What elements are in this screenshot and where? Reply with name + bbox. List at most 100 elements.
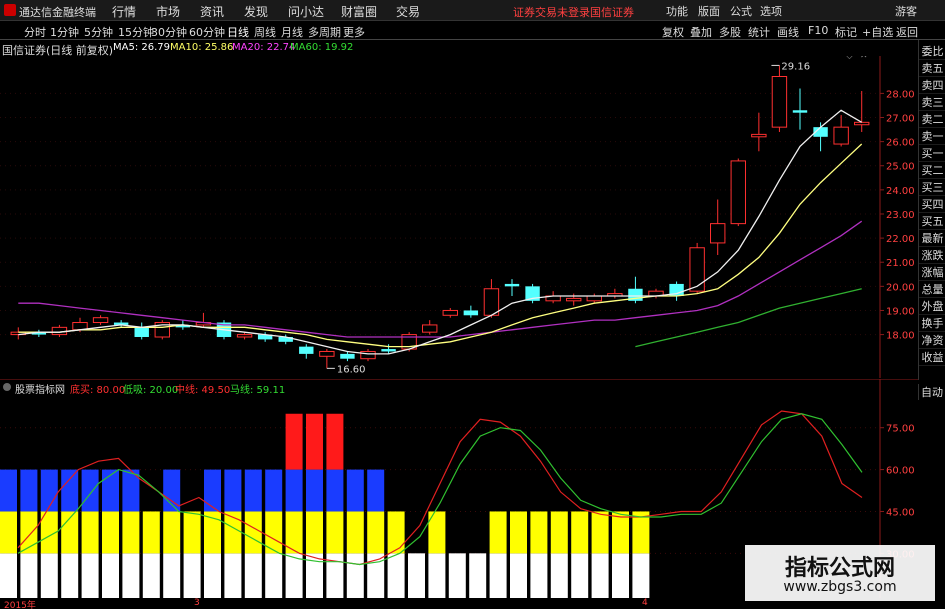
indicator-bar-white (81, 553, 99, 598)
side-item[interactable]: 总量 (919, 282, 945, 298)
menu-discover[interactable]: 发现 (244, 3, 268, 20)
tool-draw[interactable]: 画线 (777, 24, 799, 40)
trade-login-link[interactable]: 证券交易未登录 (513, 4, 590, 20)
side-item[interactable]: 收益 (919, 350, 945, 366)
indicator-bar-white (448, 553, 466, 598)
indicator-bar-blue (102, 469, 119, 512)
period-multi[interactable]: 多周期 (308, 24, 341, 40)
period-60min[interactable]: 60分钟 (189, 24, 225, 40)
candle-body (586, 295, 602, 302)
side-item[interactable]: 最新 (919, 231, 945, 247)
side-item[interactable]: 买四 (919, 197, 945, 213)
ma5-label: MA5: 26.79 (113, 42, 171, 53)
indicator-bar-blue (306, 469, 323, 512)
side-item[interactable]: 涨跌 (919, 248, 945, 264)
side-item[interactable]: 卖二 (919, 112, 945, 128)
tool-add-watch[interactable]: +自选 (862, 24, 893, 40)
tool-mark[interactable]: 标记 (835, 24, 857, 40)
menu-functions[interactable]: 功能 (666, 3, 688, 19)
price-tick-label: 18.00 (886, 331, 915, 342)
indicator-bar-white (346, 553, 364, 598)
candle-body (483, 288, 500, 316)
period-1min[interactable]: 1分钟 (50, 24, 79, 40)
side-item[interactable]: 净资 (919, 333, 945, 349)
tool-multistock[interactable]: 多股 (719, 24, 741, 40)
indicator-bar-blue (20, 469, 38, 512)
side-item[interactable]: 买五 (919, 214, 945, 230)
indicator-bar-white (428, 553, 446, 598)
menu-news[interactable]: 资讯 (200, 3, 224, 20)
indicator-bar-white (0, 553, 17, 598)
ma60-label: MA60: 19.92 (290, 42, 354, 53)
indicator-bar-blue (224, 469, 242, 512)
tool-overlay[interactable]: 叠加 (690, 24, 712, 40)
broker-link[interactable]: 国信证券 (590, 4, 634, 20)
period-30min[interactable]: 30分钟 (151, 24, 187, 40)
menu-formula[interactable]: 公式 (730, 3, 752, 19)
indicator-bar-yellow (612, 511, 629, 554)
indicator-bar-yellow (102, 511, 119, 554)
side-item[interactable]: 卖五 (919, 61, 945, 77)
period-weekly[interactable]: 周线 (254, 24, 276, 40)
menu-market[interactable]: 市场 (156, 3, 180, 20)
indicator-bar-white (61, 553, 79, 598)
candle-body (771, 76, 788, 128)
side-item[interactable]: 外盘 (919, 299, 945, 315)
diamond-icon: ◇ (846, 56, 853, 61)
menu-quotes[interactable]: 行情 (112, 3, 136, 20)
menu-trade[interactable]: 交易 (396, 3, 420, 20)
price-tick-label: 19.00 (886, 306, 915, 317)
side-item[interactable]: 卖四 (919, 78, 945, 94)
side-item[interactable]: 卖一 (919, 129, 945, 145)
side-item[interactable]: 买一 (919, 146, 945, 162)
side-item[interactable]: 卖三 (919, 95, 945, 111)
period-5min[interactable]: 5分钟 (84, 24, 113, 40)
indicator-bar-red (306, 413, 323, 470)
side-item[interactable]: 涨幅 (919, 265, 945, 281)
indicator-bar-yellow (591, 511, 609, 554)
auto-button[interactable]: 自动 (918, 384, 945, 400)
indicator-bar-yellow (142, 511, 160, 554)
menu-layout[interactable]: 版面 (698, 3, 720, 19)
watermark-title: 指标公式网 (784, 556, 895, 581)
indicator-bar-blue (326, 469, 344, 512)
expand-icon: ✕ (860, 56, 868, 61)
indicator-bar-white (102, 553, 119, 598)
candle-body (299, 346, 314, 354)
tool-back[interactable]: 返回 (896, 24, 918, 40)
price-tick-label: 24.00 (886, 186, 915, 197)
indicator-bar-white (285, 553, 303, 598)
side-item[interactable]: 换手 (919, 316, 945, 332)
indicator-bar-blue (346, 469, 364, 512)
indicator-tick-label: 75.00 (886, 424, 915, 435)
period-monthly[interactable]: 月线 (281, 24, 303, 40)
indicator-bar-yellow (387, 511, 405, 554)
side-item[interactable]: 买二 (919, 163, 945, 179)
menu-ask[interactable]: 问小达 (288, 3, 324, 20)
price-tick-label: 25.00 (886, 162, 915, 173)
period-15min[interactable]: 15分钟 (118, 24, 154, 40)
app-title: 通达信金融终端 (19, 6, 96, 19)
menu-guest[interactable]: 游客 (895, 3, 917, 19)
tool-f10[interactable]: F10 (808, 24, 828, 37)
candlestick-chart[interactable]: 28.00 27.00 26.00 25.00 24.00 23.00 22.00 21.00… (0, 56, 918, 378)
indicator-bar-white (163, 553, 181, 598)
period-daily[interactable]: 日线 (227, 24, 249, 40)
period-more[interactable]: 更多 (343, 24, 365, 40)
indicator-bar-white (244, 553, 262, 598)
side-item[interactable]: 委比 (919, 44, 945, 60)
indicator-bar-white (510, 553, 527, 598)
tool-stats[interactable]: 统计 (748, 24, 770, 40)
indicator-tick-label: 60.00 (886, 466, 915, 477)
menu-options[interactable]: 选项 (760, 3, 782, 19)
chart-info-line: 国信证券(日线 前复权) MA5: 26.79 MA10: 25.86 MA20… (0, 40, 880, 57)
menu-wealth[interactable]: 财富圈 (341, 3, 377, 20)
tool-adjust[interactable]: 复权 (662, 24, 684, 40)
period-intraday[interactable]: 分时 (24, 24, 46, 40)
indicator-bar-white (408, 553, 425, 598)
side-item[interactable]: 买三 (919, 180, 945, 196)
candle-body (422, 324, 438, 333)
indicator-bar-white (530, 553, 548, 598)
indicator-bar-blue (0, 469, 17, 512)
price-tick-label: 27.00 (886, 114, 915, 125)
